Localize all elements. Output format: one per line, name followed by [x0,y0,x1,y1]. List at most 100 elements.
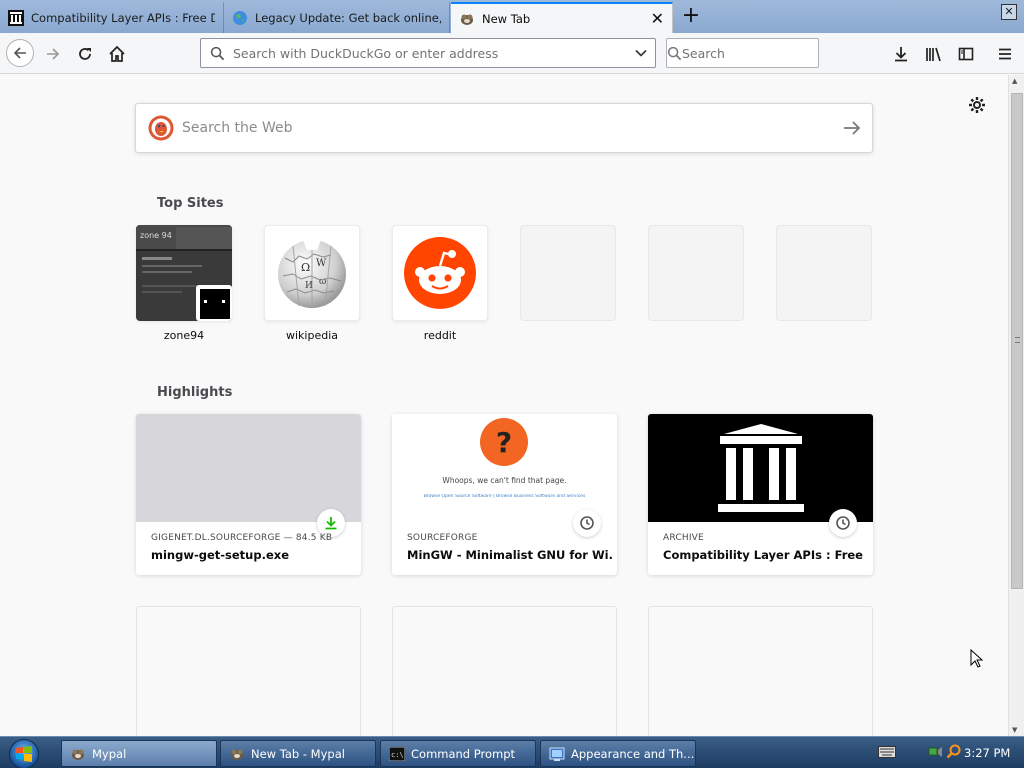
grip-icon [1015,337,1020,343]
window-close-button[interactable]: ✕ [1001,4,1017,20]
svg-text:zone 94: zone 94 [140,231,172,240]
mypal-icon [459,11,475,27]
forward-arrow-icon [47,48,60,60]
search-icon [201,46,233,61]
highlight-context: ARCHIVE [663,533,704,543]
empty-tile [776,225,872,321]
system-clock[interactable]: 3:27 PM [964,746,1010,760]
web-search-input[interactable] [182,120,832,136]
tab-title: Compatibility Layer APIs : Free Dow [31,10,215,25]
address-input[interactable] [233,45,627,61]
archive-logo-icon [717,424,804,512]
mypal-icon [70,746,86,762]
tab-new-tab[interactable]: New Tab ✕ [451,2,673,33]
archive-icon [8,9,24,26]
taskbar: Mypal New Tab - Mypal c:\ Command Prompt… [0,736,1024,768]
scroll-down-arrow-icon[interactable]: ▼ [1012,726,1017,734]
library-icon [926,47,941,62]
svg-text:c:\: c:\ [391,751,404,759]
home-button[interactable] [104,41,130,67]
arrow-right-icon[interactable] [832,120,872,136]
top-sites-heading: Top Sites [157,196,224,211]
web-search-box[interactable] [135,103,873,153]
svg-text:?: ? [496,426,512,459]
settings-gear-icon[interactable] [966,94,988,116]
top-site-empty-slot[interactable] [776,225,872,329]
search-input[interactable] [682,45,838,61]
reload-button[interactable] [72,41,98,67]
cmd-icon: c:\ [389,746,405,762]
tab-title: Legacy Update: Get back online, ac [255,10,441,25]
mypal-icon [229,746,245,762]
scrollbar-thumb[interactable] [1011,93,1023,589]
chevron-down-icon[interactable] [627,46,655,60]
sidebar-icon [958,47,974,61]
empty-tile [520,225,616,321]
taskbar-item-appearance[interactable]: Appearance and Th... [540,740,696,767]
top-site-label: reddit [423,329,457,342]
tab-title: New Tab [482,11,531,26]
new-tab-button[interactable]: + [678,4,704,30]
question-mark-icon: ? [480,418,528,466]
svg-text:Ω: Ω [301,261,310,274]
system-tray [878,741,962,765]
downloads-button[interactable] [888,41,914,67]
back-button[interactable] [6,39,34,67]
top-site-empty-slot[interactable] [520,225,616,329]
download-icon [895,47,907,62]
top-site-label: wikipedia [285,329,338,342]
mouse-pointer-icon [970,648,984,672]
highlight-placeholder [392,606,617,736]
highlight-placeholder [136,606,361,736]
forward-button[interactable] [40,41,66,67]
tab-strip: Compatibility Layer APIs : Free Dow Lega… [0,0,1024,33]
top-site-empty-slot[interactable] [648,225,744,329]
tab-compatibility-layer[interactable]: Compatibility Layer APIs : Free Dow [0,2,224,33]
svg-text:И: И [305,281,313,291]
reddit-logo-icon [392,225,488,321]
keyboard-icon[interactable] [878,745,896,761]
taskbar-item-new-tab[interactable]: New Tab - Mypal [220,740,376,767]
search-tray-icon[interactable] [946,744,962,763]
address-bar[interactable] [200,38,656,68]
home-icon [109,45,125,62]
svg-text:W: W [316,258,327,269]
sidebar-button[interactable] [953,41,979,67]
highlight-title: Compatibility Layer APIs : Free D... [663,548,868,562]
highlight-title: MinGW - Minimalist GNU for Wi... [407,548,612,562]
top-site-label: zone94 [163,329,205,342]
windows-logo-icon [16,746,32,762]
hamburger-menu-icon [999,48,1011,60]
top-site-tile[interactable]: Ω W И ω wikipedia [264,225,360,342]
history-icon [829,509,857,537]
wikipedia-logo-icon: Ω W И ω [264,225,360,321]
preview-error-text: Whoops, we can't find that page. [442,476,567,485]
highlights-heading: Highlights [157,385,233,400]
search-bar[interactable] [666,38,838,68]
taskbar-item-command-prompt[interactable]: c:\ Command Prompt [380,740,536,767]
vertical-scrollbar[interactable]: ▲ ▼ [1008,75,1024,736]
highlight-placeholder [648,606,873,736]
top-site-tile[interactable]: reddit [392,225,488,342]
scroll-up-arrow-icon[interactable]: ▲ [1012,77,1017,85]
taskbar-item-label: Mypal [92,746,127,761]
zone94-thumbnail: zone 94 [136,225,232,321]
highlight-card-download[interactable]: GIGENET.DL.SOURCEFORGE — 84.5 KB mingw-g… [136,414,361,575]
new-tab-page: Top Sites zone 94 zone94 [0,75,1008,736]
top-site-tile[interactable]: zone 94 zone94 [136,225,232,342]
tab-legacy-update[interactable]: Legacy Update: Get back online, ac [224,2,450,33]
network-icon[interactable] [928,744,944,763]
preview-links-text: Browse Open Source Software | Browse Bus… [423,494,586,499]
taskbar-item-mypal[interactable]: Mypal [61,740,217,767]
taskbar-item-label: Command Prompt [411,746,516,761]
highlight-card-sourceforge[interactable]: ? Whoops, we can't find that page. Brows… [392,414,617,575]
close-tab-icon[interactable]: ✕ [651,9,664,28]
highlight-preview [648,414,873,522]
start-button[interactable] [9,739,39,768]
navigation-toolbar [0,33,1024,74]
highlight-context: SOURCEFORGE [407,533,478,543]
history-icon [573,509,601,537]
menu-button[interactable] [992,41,1018,67]
highlight-card-archive[interactable]: ARCHIVE Compatibility Layer APIs : Free … [648,414,873,575]
library-button[interactable] [921,41,947,67]
